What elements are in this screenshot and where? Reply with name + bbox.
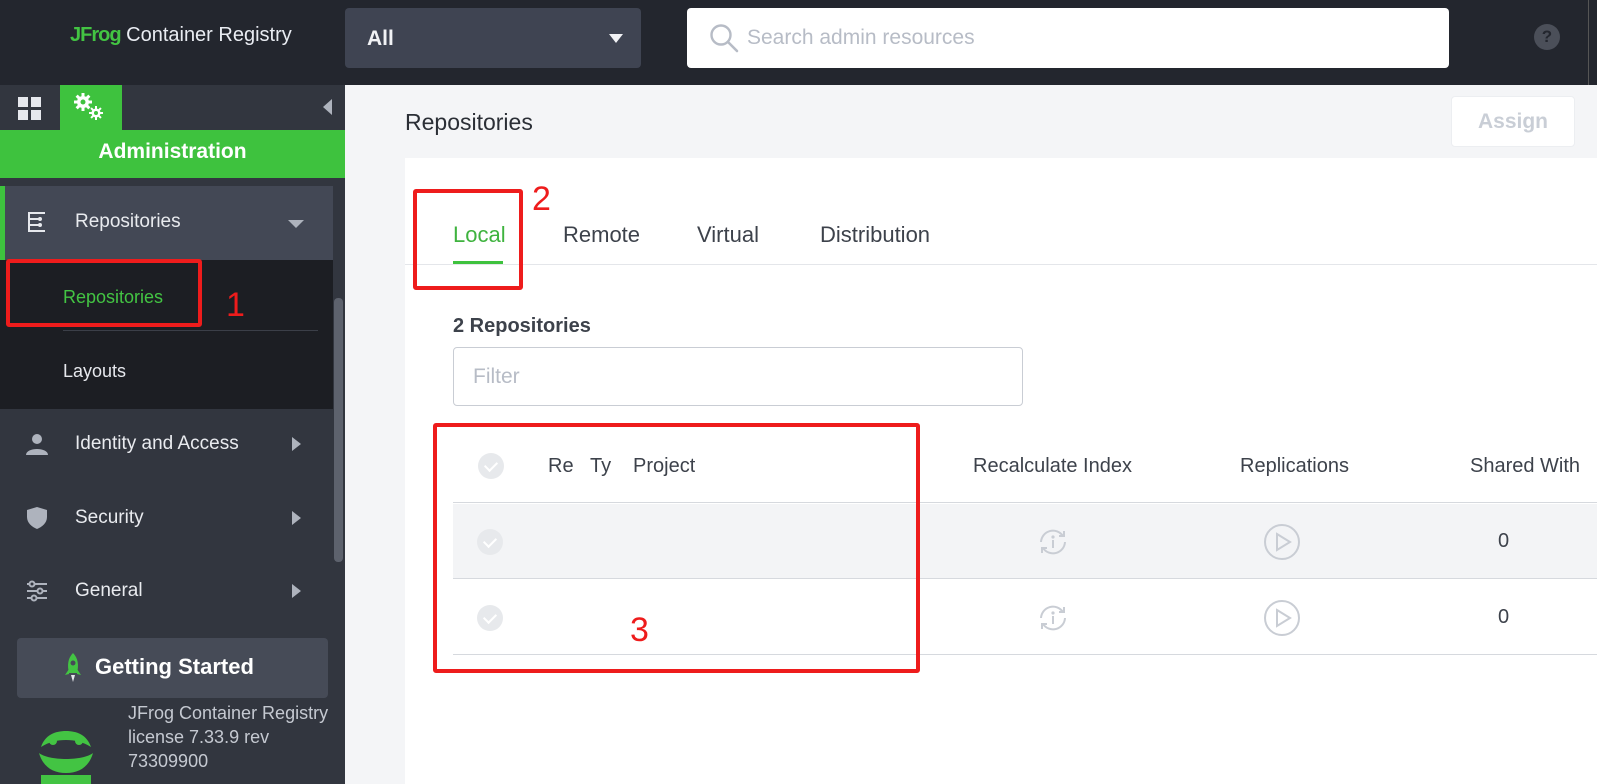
recalculate-index-icon[interactable]: [1035, 602, 1071, 634]
column-header-shared-with[interactable]: Shared With: [1470, 455, 1580, 478]
tab-virtual[interactable]: Virtual: [697, 222, 759, 248]
repository-count: 2 Repositories: [453, 315, 591, 337]
help-icon[interactable]: ?: [1534, 24, 1560, 50]
sliders-icon: [27, 580, 47, 602]
module-switcher: [0, 85, 345, 130]
sidebar-item-label: Security: [75, 507, 144, 528]
assign-button[interactable]: Assign: [1451, 96, 1575, 147]
submenu-item-layouts[interactable]: Layouts: [63, 361, 126, 382]
getting-started-label: Getting Started: [95, 654, 254, 679]
admin-search-box[interactable]: [687, 8, 1449, 68]
search-icon: [710, 24, 739, 53]
admin-search-input[interactable]: [747, 8, 1427, 68]
chevron-down-icon: [609, 34, 623, 43]
replication-play-icon[interactable]: [1263, 599, 1301, 637]
sidebar-item-label: Identity and Access: [75, 433, 239, 454]
license-info: JFrog Container Registry license 7.33.9 …: [128, 703, 329, 771]
shield-icon: [27, 507, 47, 529]
brand-prefix: JFrog: [70, 24, 122, 46]
getting-started-button[interactable]: Getting Started: [17, 638, 328, 698]
sidebar-item-label: Repositories: [75, 211, 181, 232]
topbar-edge: [1588, 0, 1597, 85]
column-header-recalculate-index[interactable]: Recalculate Index: [973, 455, 1132, 478]
tab-remote[interactable]: Remote: [563, 222, 640, 248]
administration-module-tab[interactable]: [60, 85, 122, 130]
annotation-number-1: 1: [226, 286, 245, 324]
scope-dropdown-value: All: [367, 27, 394, 50]
repositories-icon: [28, 212, 45, 232]
submenu-divider: [63, 330, 318, 331]
tab-distribution[interactable]: Distribution: [820, 222, 930, 248]
annotation-box-1: [6, 259, 202, 327]
chevron-down-icon: [288, 220, 304, 228]
app-logo[interactable]: JFrog Container Registry: [70, 24, 292, 47]
sidebar-item-general[interactable]: General: [0, 555, 333, 629]
sidebar-item-identity-and-access[interactable]: Identity and Access: [0, 408, 333, 482]
top-bar: JFrog Container Registry All ?: [0, 0, 1597, 85]
column-header-replications[interactable]: Replications: [1240, 455, 1349, 478]
recalculate-index-icon[interactable]: [1035, 526, 1071, 558]
sidebar-item-label: General: [75, 580, 143, 601]
chevron-right-icon: [292, 584, 301, 598]
sidebar-item-repositories[interactable]: Repositories: [0, 186, 333, 260]
rocket-icon: [65, 653, 81, 682]
sidebar-section-title: Administration: [0, 130, 345, 178]
replication-play-icon[interactable]: [1263, 523, 1301, 561]
gears-icon: [74, 93, 103, 120]
annotation-box-2: [413, 189, 523, 290]
shared-with-count: 0: [1498, 530, 1510, 552]
repository-filter-input[interactable]: [453, 347, 1023, 406]
page-title: Repositories: [405, 109, 533, 135]
user-icon: [26, 434, 48, 455]
sidebar-item-security[interactable]: Security: [0, 482, 333, 556]
collapse-sidebar-icon[interactable]: [323, 99, 332, 115]
brand-name: Container Registry: [126, 24, 292, 46]
sidebar: Administration Repositories Repositories…: [0, 85, 345, 784]
chevron-right-icon: [292, 437, 301, 451]
application-module-icon[interactable]: [18, 97, 42, 121]
repository-type-tabs: Local Remote Virtual Distribution: [405, 158, 1597, 265]
jfrog-logo-icon: [39, 731, 93, 784]
shared-with-count: 0: [1498, 606, 1510, 628]
chevron-right-icon: [292, 511, 301, 525]
annotation-number-3: 3: [630, 611, 649, 649]
scope-dropdown[interactable]: All: [345, 8, 641, 68]
annotation-box-3: [433, 423, 920, 673]
annotation-number-2: 2: [532, 180, 551, 218]
sidebar-scrollbar[interactable]: [334, 298, 343, 562]
